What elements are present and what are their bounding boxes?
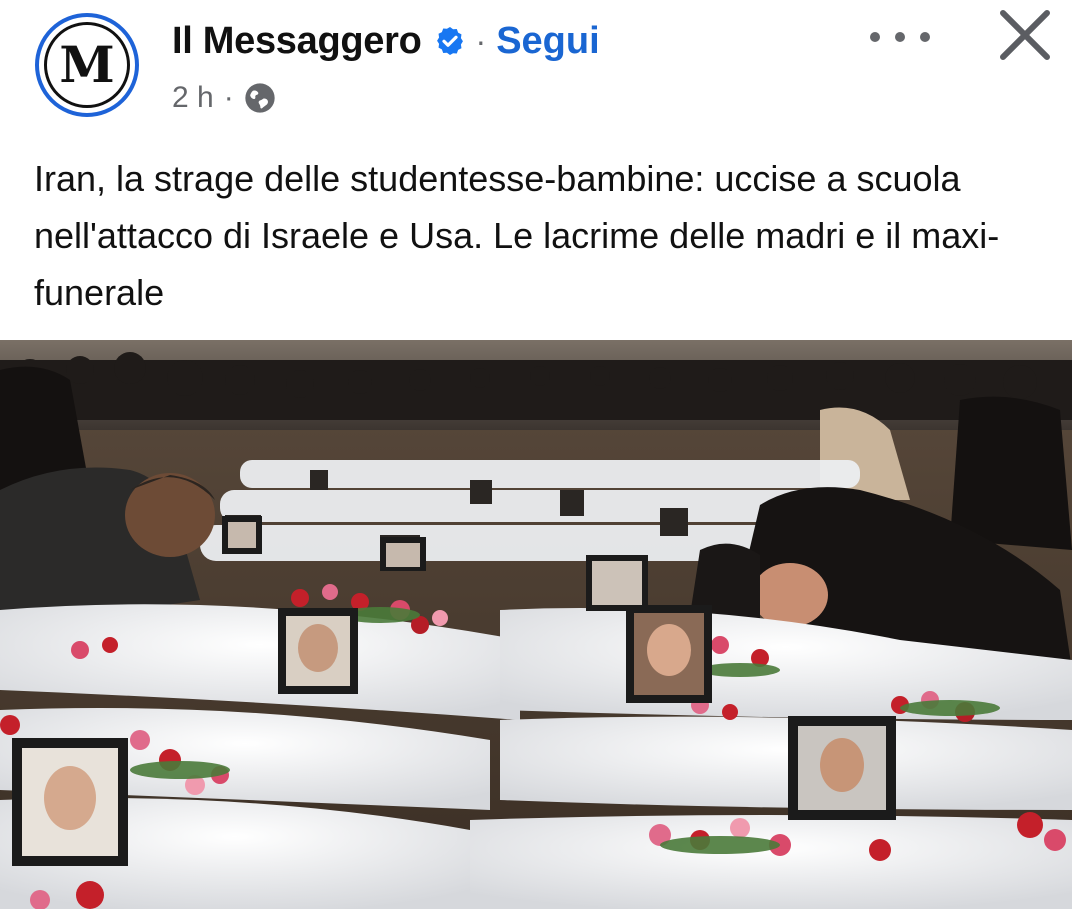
name-row: Il Messaggero · Segui: [172, 16, 600, 66]
globe-icon: [245, 83, 275, 113]
follow-button[interactable]: Segui: [496, 20, 599, 63]
post-photo[interactable]: [0, 340, 1072, 909]
more-dot: [870, 32, 880, 42]
post-timestamp[interactable]: 2 h: [172, 81, 214, 115]
meta-separator: ·: [223, 81, 234, 114]
avatar-logo: M: [44, 22, 130, 108]
page-name[interactable]: Il Messaggero: [172, 20, 422, 63]
more-dot: [920, 32, 930, 42]
post-caption: Iran, la strage delle studentesse-bambin…: [34, 158, 1000, 313]
page-avatar[interactable]: M: [35, 13, 139, 117]
post-header: M Il Messaggero · Segui 2 h ·: [0, 0, 1072, 135]
close-icon[interactable]: [995, 5, 1055, 65]
photo-illustration: [0, 340, 1072, 909]
verified-badge-icon: [436, 27, 463, 55]
more-dot: [895, 32, 905, 42]
post-meta: 2 h ·: [172, 76, 276, 120]
more-options-icon[interactable]: [870, 22, 930, 52]
separator-dot: ·: [475, 22, 487, 59]
